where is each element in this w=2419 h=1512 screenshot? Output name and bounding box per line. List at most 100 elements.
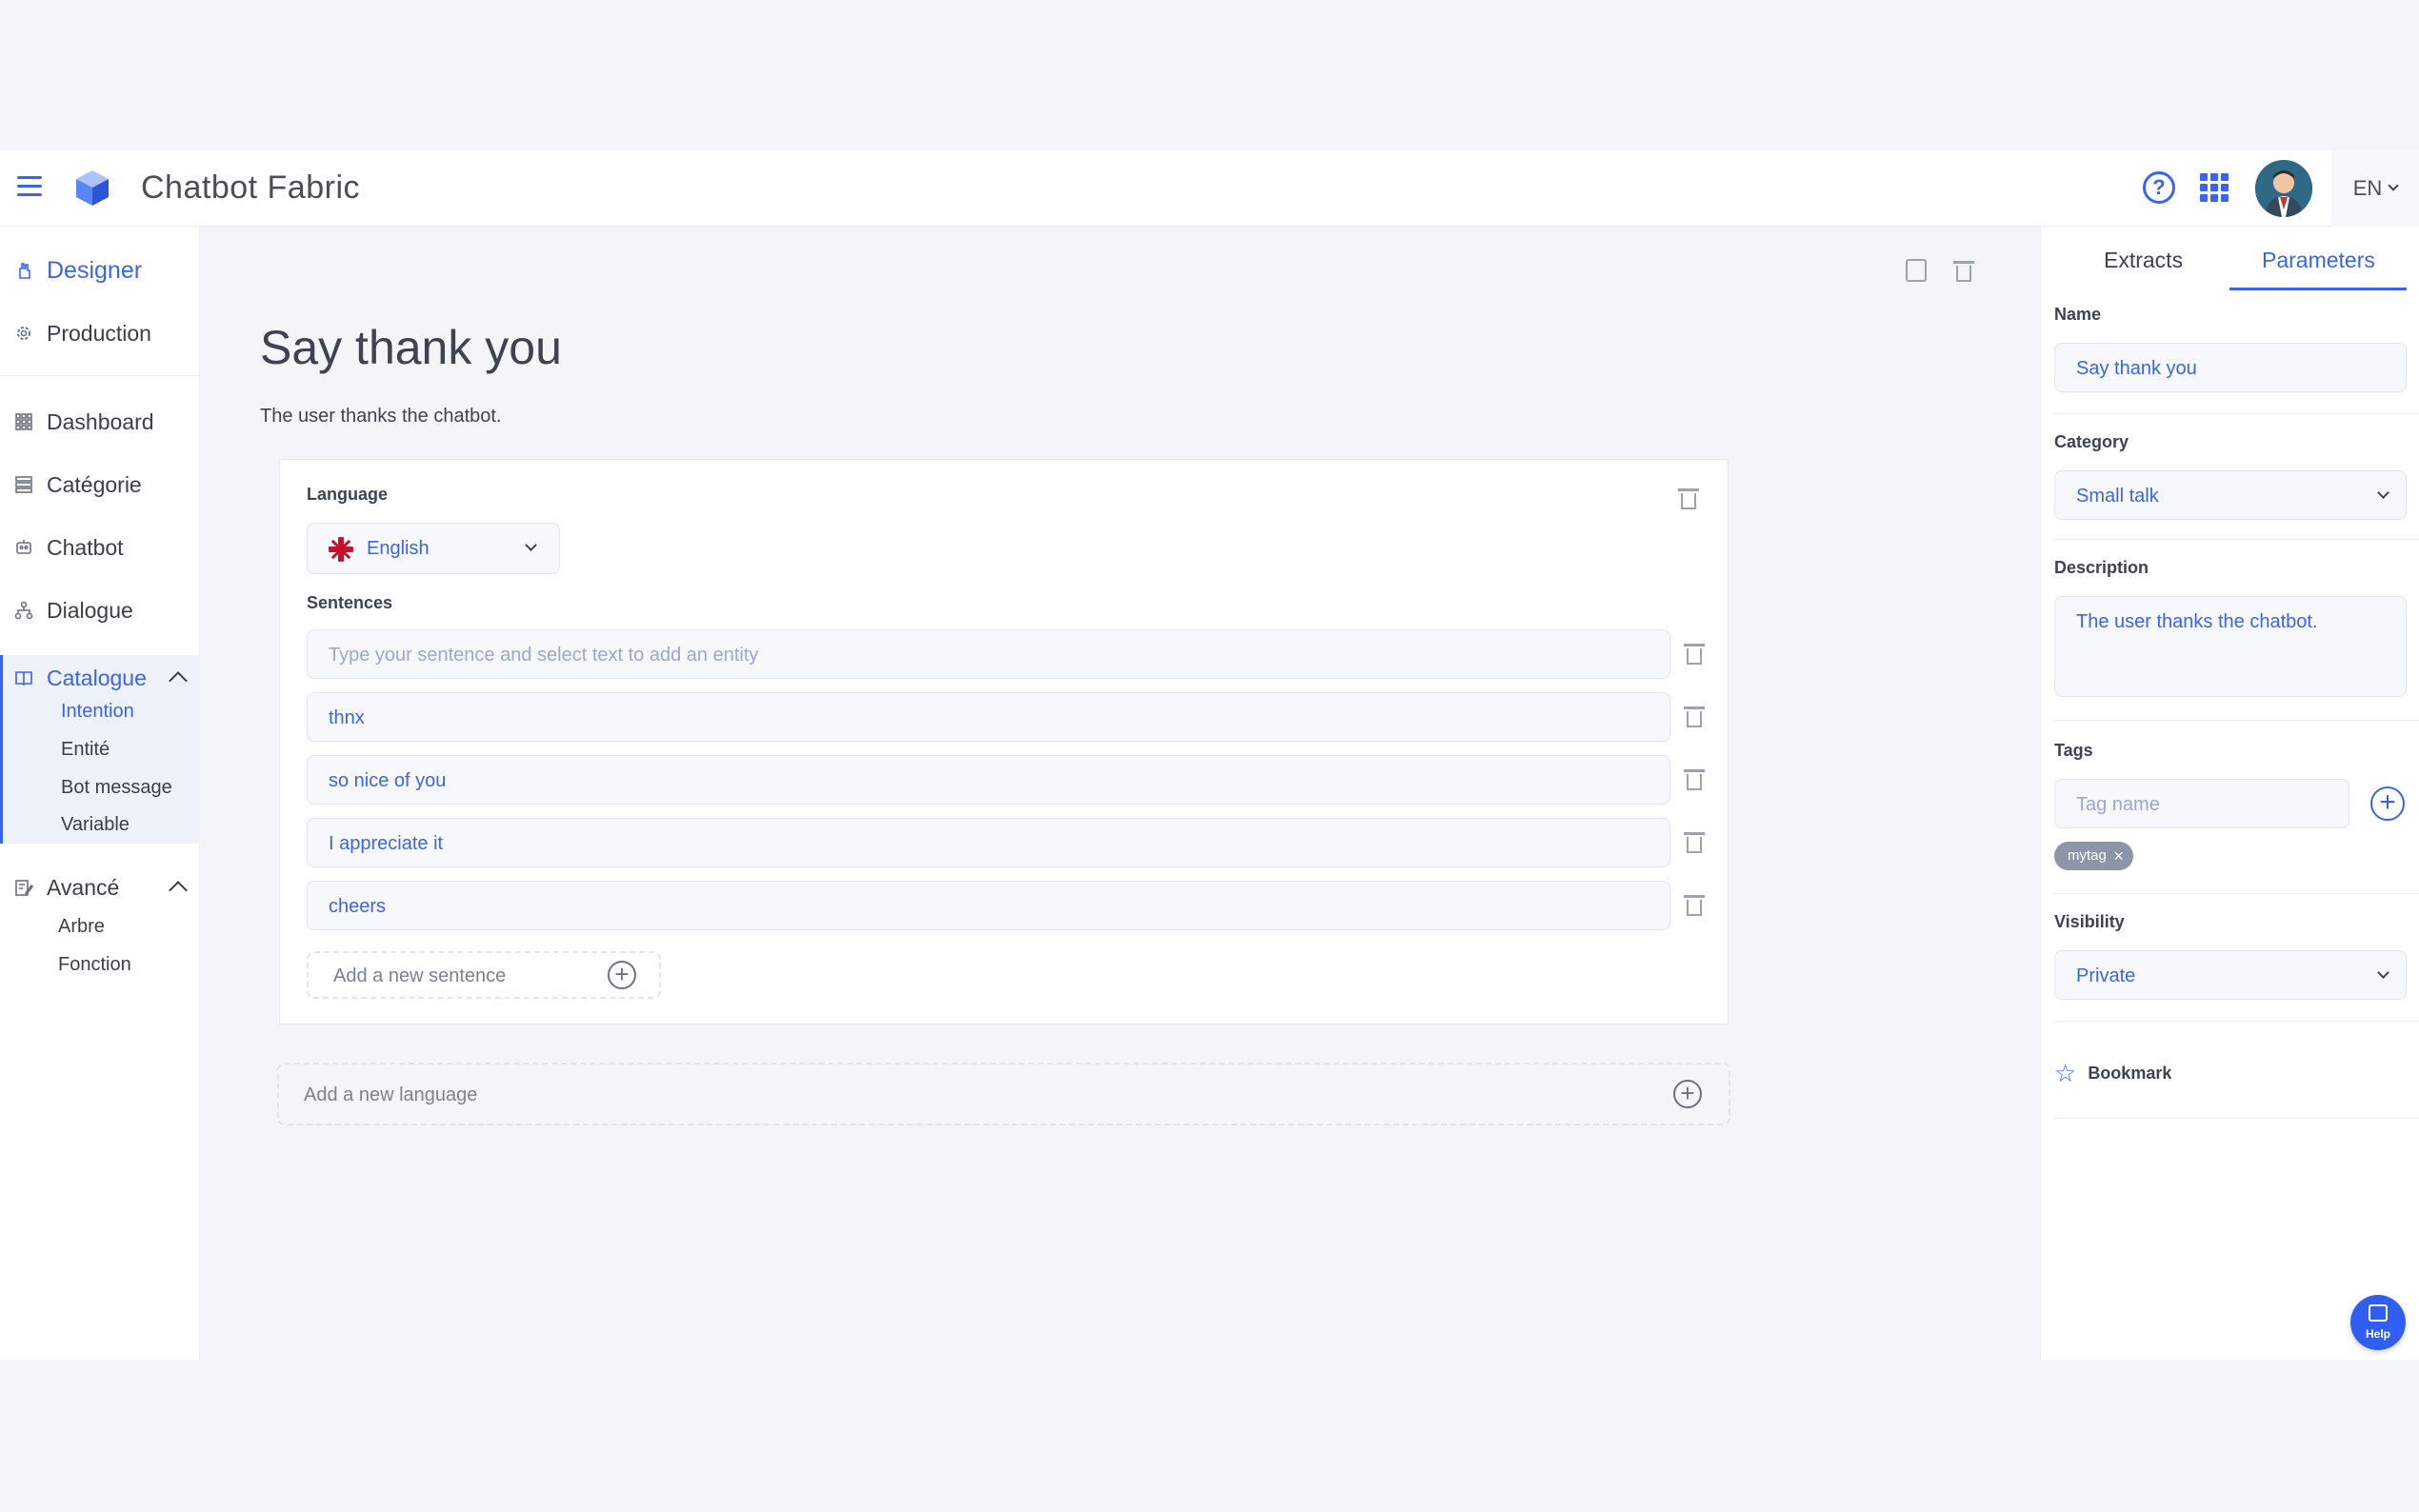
- sidebar-subitem-fonction[interactable]: Fonction: [58, 954, 131, 976]
- language-code: EN: [2352, 176, 2383, 200]
- help-label: Help: [2365, 1327, 2390, 1341]
- name-field[interactable]: Say thank you: [2054, 343, 2407, 392]
- visibility-label: Visibility: [2054, 912, 2125, 931]
- sidebar-item-production[interactable]: Production: [0, 310, 200, 356]
- app-title: Chatbot Fabric: [141, 169, 360, 206]
- description-label: Description: [2054, 558, 2149, 577]
- uk-flag-icon: [329, 537, 353, 562]
- sidebar-item-catalogue[interactable]: Catalogue: [0, 655, 200, 701]
- sentence-input[interactable]: Type your sentence and select text to ad…: [307, 629, 1670, 679]
- bookmark-toggle[interactable]: ☆ Bookmark: [2054, 1059, 2171, 1088]
- chevron-up-icon[interactable]: [169, 671, 188, 690]
- language-value: English: [367, 538, 430, 559]
- sidebar-item-dashboard[interactable]: Dashboard: [0, 399, 200, 445]
- user-avatar[interactable]: [2255, 160, 2312, 217]
- add-tag-button[interactable]: +: [2370, 786, 2405, 821]
- help-book-icon: [2369, 1304, 2388, 1322]
- catalogue-section: Catalogue Intention Entité Bot message V…: [0, 655, 200, 844]
- sentence-row[interactable]: so nice of you: [307, 755, 1670, 805]
- sidebar-item-chatbot[interactable]: Chatbot: [0, 525, 200, 570]
- visibility-value: Private: [2076, 965, 2136, 986]
- tag-label: mytag: [2068, 847, 2107, 864]
- sidebar-subitem-intention[interactable]: Intention: [61, 701, 134, 723]
- chevron-down-icon: [2377, 487, 2389, 499]
- add-language-label: Add a new language: [304, 1084, 478, 1105]
- sidebar-subitem-variable[interactable]: Variable: [61, 814, 130, 836]
- divider: [2054, 413, 2419, 414]
- name-label: Name: [2054, 305, 2102, 324]
- tab-parameters[interactable]: Parameters: [2262, 248, 2375, 273]
- sentence-row[interactable]: cheers: [307, 881, 1670, 930]
- description-field[interactable]: The user thanks the chatbot.: [2054, 596, 2407, 697]
- tab-extracts[interactable]: Extracts: [2104, 248, 2183, 273]
- sentence-row[interactable]: I appreciate it: [307, 818, 1670, 867]
- sidebar: Designer Production Dashboard Catégorie …: [0, 227, 200, 1360]
- visibility-select[interactable]: Private: [2054, 950, 2407, 1000]
- tree-icon: [14, 601, 33, 620]
- divider: [2054, 1118, 2419, 1119]
- sidebar-item-avance[interactable]: Avancé: [0, 865, 200, 910]
- language-select[interactable]: English: [307, 523, 560, 574]
- category-select[interactable]: Small talk: [2054, 470, 2407, 520]
- sidebar-item-label: Chatbot: [47, 534, 124, 560]
- list-icon: [15, 476, 32, 493]
- trash-icon[interactable]: [1953, 261, 1974, 282]
- add-sentence-button[interactable]: Add a new sentence +: [307, 951, 661, 999]
- language-switcher[interactable]: EN: [2331, 150, 2419, 227]
- bottom-background: [0, 1360, 2419, 1512]
- question-circle-icon[interactable]: ?: [2143, 171, 2175, 204]
- sidebar-item-label: Avancé: [47, 874, 120, 900]
- sidebar-item-designer[interactable]: Designer: [0, 248, 200, 293]
- sidebar-item-label: Production: [47, 320, 151, 346]
- sidebar-subitem-entite[interactable]: Entité: [61, 739, 110, 761]
- divider: [2054, 720, 2419, 721]
- add-language-button[interactable]: Add a new language +: [277, 1063, 1730, 1125]
- chevron-down-icon: [2377, 966, 2389, 979]
- sentences-label: Sentences: [307, 593, 393, 612]
- tag-input[interactable]: Tag name: [2054, 779, 2349, 828]
- divider: [2054, 893, 2419, 894]
- chevron-up-icon[interactable]: [169, 881, 188, 900]
- hamburger-icon[interactable]: [17, 176, 42, 197]
- category-label: Category: [2054, 432, 2129, 451]
- sidebar-item-dialogue[interactable]: Dialogue: [0, 587, 200, 633]
- grid-icon[interactable]: [2200, 173, 2229, 202]
- sidebar-subitem-bot-message[interactable]: Bot message: [61, 777, 172, 799]
- add-sentence-label: Add a new sentence: [333, 965, 507, 986]
- trash-icon[interactable]: [1678, 488, 1699, 509]
- tags-label: Tags: [2054, 741, 2093, 760]
- close-icon[interactable]: ×: [2113, 842, 2124, 870]
- sidebar-divider: [0, 375, 200, 376]
- plus-circle-icon: +: [608, 961, 636, 989]
- trash-icon[interactable]: [1684, 706, 1705, 727]
- cube-logo-icon[interactable]: [72, 168, 112, 208]
- help-button[interactable]: Help: [2350, 1295, 2406, 1350]
- parameters-panel: Extracts Parameters Name Say thank you C…: [2040, 227, 2419, 1360]
- book-icon: [15, 671, 32, 686]
- sidebar-subitem-arbre[interactable]: Arbre: [58, 916, 105, 938]
- top-background: [0, 0, 2419, 150]
- trash-icon[interactable]: [1684, 769, 1705, 790]
- hand-icon: [19, 263, 30, 279]
- bookmark-label: Bookmark: [2088, 1064, 2172, 1083]
- sidebar-item-categorie[interactable]: Catégorie: [0, 462, 200, 507]
- sentence-row[interactable]: thnx: [307, 692, 1670, 742]
- divider: [2054, 539, 2419, 540]
- dashboard-icon: [15, 413, 32, 430]
- trash-icon[interactable]: [1684, 644, 1705, 665]
- page-title: Say thank you: [260, 321, 562, 374]
- main-content: Say thank you The user thanks the chatbo…: [201, 227, 2039, 1360]
- tag-chip: mytag ×: [2054, 842, 2133, 870]
- chevron-down-icon: [525, 539, 537, 551]
- sidebar-item-label: Designer: [47, 256, 143, 284]
- sidebar-item-label: Catalogue: [47, 665, 147, 690]
- active-tab-indicator: [2229, 288, 2407, 290]
- trash-icon[interactable]: [1684, 832, 1705, 853]
- save-icon[interactable]: [1906, 259, 1927, 282]
- trash-icon[interactable]: [1684, 895, 1705, 916]
- sidebar-item-label: Dashboard: [47, 408, 154, 434]
- category-value: Small talk: [2076, 486, 2159, 507]
- top-header: Chatbot Fabric ? EN: [0, 150, 2419, 227]
- sidebar-item-label: Catégorie: [47, 471, 142, 497]
- language-label: Language: [307, 485, 389, 504]
